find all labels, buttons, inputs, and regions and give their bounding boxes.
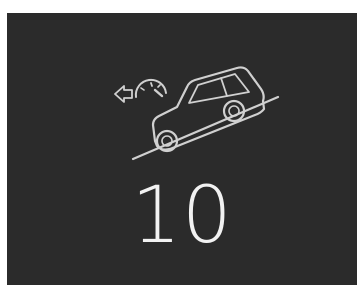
hdc-display-panel: 10 (7, 13, 357, 285)
top-border (0, 0, 363, 13)
hill-descent-control-icon (114, 66, 280, 161)
hdc-speed-setpoint: 10 (131, 171, 233, 261)
